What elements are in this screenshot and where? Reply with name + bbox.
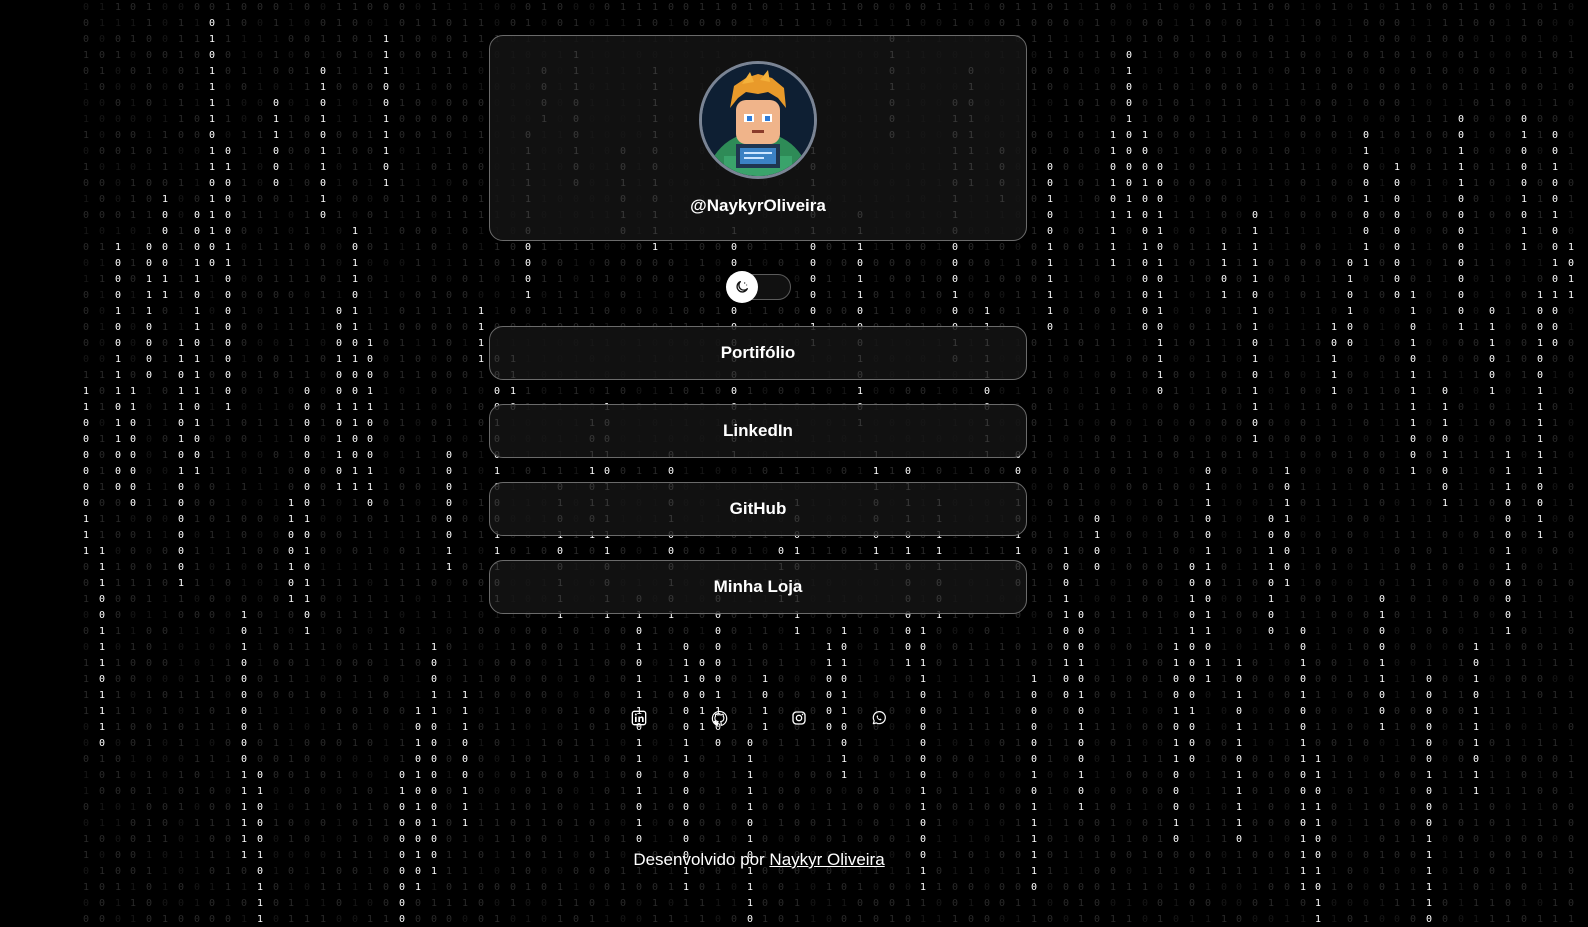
footer-prefix: Desenvolvido por xyxy=(633,850,765,869)
instagram-icon[interactable] xyxy=(790,709,808,727)
link-button-github[interactable]: GitHub xyxy=(489,482,1027,536)
avatar-image xyxy=(702,64,814,176)
link-button-linkedin[interactable]: LinkedIn xyxy=(489,404,1027,458)
username: @NaykyrOliveira xyxy=(690,196,826,215)
moon-icon xyxy=(736,281,748,293)
footer-author-link[interactable]: Naykyr Oliveira xyxy=(769,850,884,869)
linkedin-icon[interactable] xyxy=(630,709,648,727)
avatar xyxy=(699,61,817,179)
toggle-knob[interactable] xyxy=(726,271,758,303)
github-icon[interactable] xyxy=(710,709,728,727)
footer: Desenvolvido por Naykyr Oliveira xyxy=(0,850,1518,870)
whatsapp-icon[interactable] xyxy=(870,709,888,727)
profile-card: @NaykyrOliveira xyxy=(489,35,1027,241)
link-button-minha-loja[interactable]: Minha Loja xyxy=(489,560,1027,614)
theme-toggle[interactable] xyxy=(726,271,791,303)
link-button-portifolio[interactable]: Portifólio xyxy=(489,326,1027,380)
